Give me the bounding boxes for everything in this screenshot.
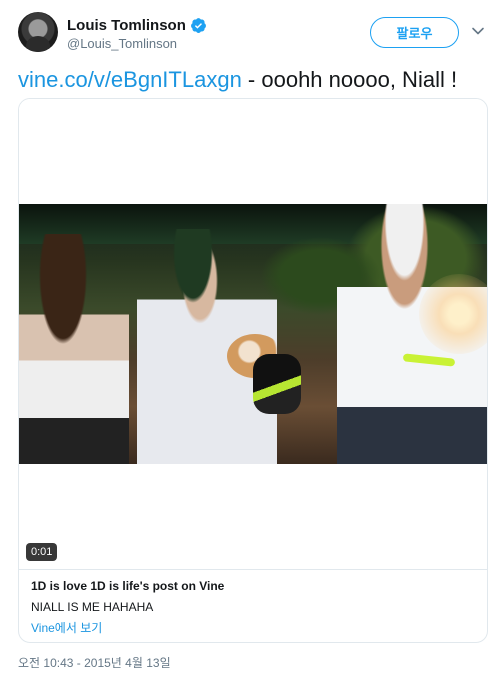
tweet-timestamp[interactable]: 오전 10:43 - 2015년 4월 13일 <box>18 654 171 671</box>
user-name-row[interactable]: Louis Tomlinson <box>67 15 207 35</box>
video-golf-bag <box>253 354 301 414</box>
card-domain-link[interactable]: Vine에서 보기 <box>31 620 475 636</box>
tweet-link[interactable]: vine.co/v/eBgnITLaxgn <box>18 67 242 92</box>
card-info[interactable]: 1D is love 1D is life's post on Vine NIA… <box>19 569 487 642</box>
avatar[interactable] <box>18 12 58 52</box>
follow-button[interactable]: 팔로우 <box>370 17 459 48</box>
user-handle[interactable]: @Louis_Tomlinson <box>67 36 177 51</box>
vine-card[interactable]: 0:01 1D is love 1D is life's post on Vin… <box>18 98 488 643</box>
chevron-down-icon[interactable] <box>471 24 485 38</box>
tweet-header: Louis Tomlinson @Louis_Tomlinson 팔로우 <box>18 12 488 56</box>
card-description: NIALL IS ME HAHAHA <box>31 600 154 614</box>
tweet-body: - ooohh noooo, Niall ! <box>241 67 458 92</box>
video-person-left <box>19 234 129 464</box>
verified-badge-icon <box>190 17 206 33</box>
tweet-text: vine.co/v/eBgnITLaxgn - ooohh noooo, Nia… <box>18 66 488 94</box>
video-duration-badge: 0:01 <box>26 543 58 561</box>
video-frame[interactable] <box>19 204 487 464</box>
display-name[interactable]: Louis Tomlinson <box>67 17 186 34</box>
card-title[interactable]: 1D is love 1D is life's post on Vine <box>31 578 475 594</box>
video-player[interactable]: 0:01 <box>19 99 487 569</box>
